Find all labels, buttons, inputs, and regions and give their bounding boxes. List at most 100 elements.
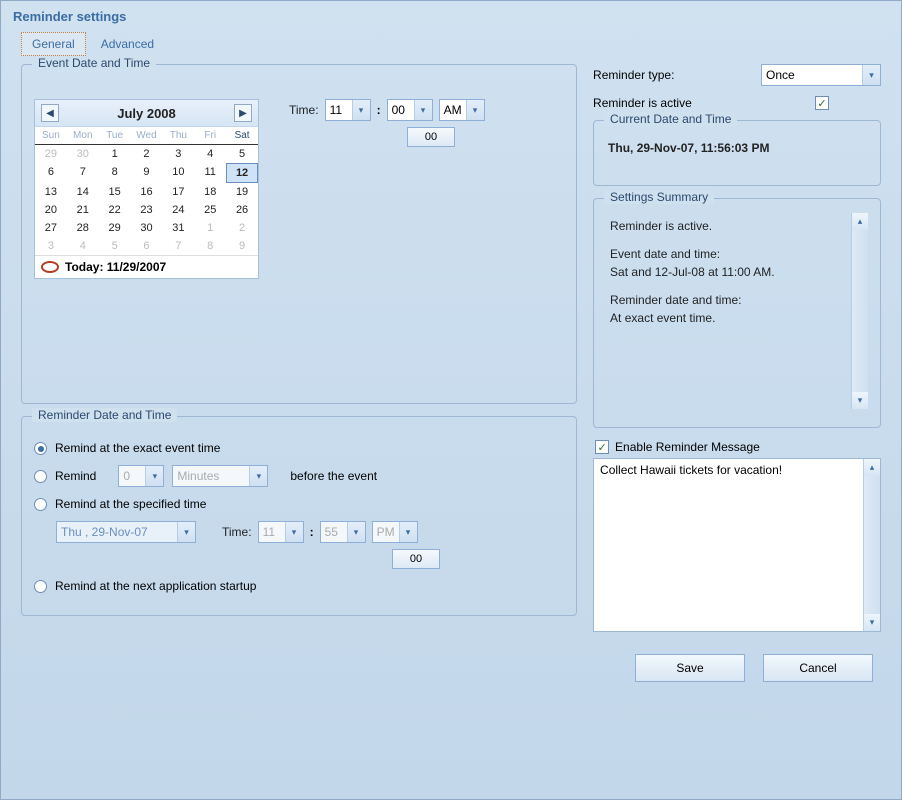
cal-day[interactable]: 7 <box>67 163 99 183</box>
cal-day[interactable]: 24 <box>162 201 194 219</box>
cal-day[interactable]: 2 <box>131 145 163 163</box>
enable-message-label: Enable Reminder Message <box>615 440 760 454</box>
radio-specified-time-label: Remind at the specified time <box>55 497 206 511</box>
chevron-down-icon <box>352 100 370 120</box>
cal-day[interactable]: 8 <box>194 237 226 255</box>
reminder-type-dropdown[interactable]: Once <box>761 64 881 86</box>
chevron-down-icon <box>145 466 163 486</box>
content-area: Event Date and Time ◀ July 2008 ▶ Sun Mo… <box>1 56 901 640</box>
cal-day[interactable]: 26 <box>226 201 258 219</box>
cal-day[interactable]: 16 <box>131 183 163 201</box>
time-colon: : <box>377 103 381 117</box>
radio-next-startup[interactable] <box>34 580 47 593</box>
radio-exact-time[interactable] <box>34 442 47 455</box>
cal-day[interactable]: 17 <box>162 183 194 201</box>
cal-day[interactable]: 29 <box>35 145 67 163</box>
radio-specified-time[interactable] <box>34 498 47 511</box>
cal-day[interactable]: 13 <box>35 183 67 201</box>
event-legend: Event Date and Time <box>32 56 156 70</box>
save-button[interactable]: Save <box>635 654 745 682</box>
event-minute-dropdown[interactable]: 00 <box>387 99 433 121</box>
cal-day[interactable]: 15 <box>99 183 131 201</box>
cal-day[interactable]: 6 <box>35 163 67 183</box>
cal-day[interactable]: 9 <box>226 237 258 255</box>
cal-day[interactable]: 27 <box>35 219 67 237</box>
event-seconds-button[interactable]: 00 <box>407 127 455 147</box>
chevron-down-icon <box>347 522 365 542</box>
event-ampm-dropdown[interactable]: AM <box>439 99 485 121</box>
radio-before-event[interactable] <box>34 470 47 483</box>
cal-day[interactable]: 6 <box>131 237 163 255</box>
chevron-down-icon <box>414 100 432 120</box>
before-suffix-label: before the event <box>290 469 377 483</box>
specified-minute-dropdown[interactable]: 55 <box>320 521 366 543</box>
cal-day[interactable]: 11 <box>194 163 226 183</box>
cal-day[interactable]: 10 <box>162 163 194 183</box>
scroll-up-icon[interactable]: ▴ <box>864 459 880 476</box>
cal-day[interactable]: 2 <box>226 219 258 237</box>
specified-seconds-button[interactable]: 00 <box>392 549 440 569</box>
reminder-active-label: Reminder is active <box>593 96 692 110</box>
cal-day[interactable]: 9 <box>131 163 163 183</box>
cal-day[interactable]: 5 <box>226 145 258 163</box>
cal-day[interactable]: 3 <box>162 145 194 163</box>
before-amount-dropdown[interactable]: 0 <box>118 465 164 487</box>
cal-day[interactable]: 21 <box>67 201 99 219</box>
cal-day[interactable]: 14 <box>67 183 99 201</box>
tab-advanced[interactable]: Advanced <box>90 32 165 56</box>
reminder-message-text: Collect Hawaii tickets for vacation! <box>600 463 782 477</box>
cal-day-selected[interactable]: 12 <box>226 163 258 183</box>
enable-message-checkbox[interactable] <box>595 440 609 454</box>
calendar[interactable]: ◀ July 2008 ▶ Sun Mon Tue Wed Thu Fri Sa… <box>34 99 259 279</box>
summary-legend: Settings Summary <box>604 190 714 204</box>
chevron-down-icon <box>285 522 303 542</box>
scroll-down-icon[interactable]: ▾ <box>864 614 880 631</box>
specified-date-dropdown[interactable]: Thu , 29-Nov-07 <box>56 521 196 543</box>
cal-day[interactable]: 5 <box>99 237 131 255</box>
cal-day[interactable]: 29 <box>99 219 131 237</box>
time-label: Time: <box>289 103 319 117</box>
cal-day[interactable]: 31 <box>162 219 194 237</box>
scroll-down-icon[interactable]: ▾ <box>852 392 868 409</box>
cal-head-tue: Tue <box>99 127 131 145</box>
specified-hour-dropdown[interactable]: 11 <box>258 521 304 543</box>
tab-general[interactable]: General <box>21 32 86 56</box>
cal-day[interactable]: 7 <box>162 237 194 255</box>
reminder-active-checkbox[interactable] <box>815 96 829 110</box>
calendar-prev-button[interactable]: ◀ <box>41 104 59 122</box>
calendar-today-link[interactable]: Today: 11/29/2007 <box>35 255 258 278</box>
reminder-message-textarea[interactable]: Collect Hawaii tickets for vacation! ▴ ▾ <box>593 458 881 632</box>
cancel-button[interactable]: Cancel <box>763 654 873 682</box>
radio-next-startup-label: Remind at the next application startup <box>55 579 256 593</box>
cal-day[interactable]: 1 <box>99 145 131 163</box>
cal-day[interactable]: 1 <box>194 219 226 237</box>
calendar-next-button[interactable]: ▶ <box>234 104 252 122</box>
today-icon <box>41 261 59 273</box>
cal-day[interactable]: 22 <box>99 201 131 219</box>
summary-scrollbar[interactable]: ▴ ▾ <box>851 213 868 409</box>
reminder-type-label: Reminder type: <box>593 68 674 82</box>
cal-day[interactable]: 23 <box>131 201 163 219</box>
cal-day[interactable]: 3 <box>35 237 67 255</box>
cal-day[interactable]: 30 <box>67 145 99 163</box>
cal-day[interactable]: 25 <box>194 201 226 219</box>
event-hour-dropdown[interactable]: 11 <box>325 99 371 121</box>
before-unit-dropdown[interactable]: Minutes <box>172 465 268 487</box>
scroll-up-icon[interactable]: ▴ <box>852 213 868 230</box>
window-title: Reminder settings <box>1 1 901 32</box>
cal-day[interactable]: 28 <box>67 219 99 237</box>
radio-exact-time-label: Remind at the exact event time <box>55 441 220 455</box>
message-scrollbar[interactable]: ▴ ▾ <box>863 459 880 631</box>
cal-day[interactable]: 4 <box>67 237 99 255</box>
specified-ampm-dropdown[interactable]: PM <box>372 521 418 543</box>
cal-day[interactable]: 30 <box>131 219 163 237</box>
cal-head-fri: Fri <box>194 127 226 145</box>
event-date-time-group: Event Date and Time ◀ July 2008 ▶ Sun Mo… <box>21 64 577 404</box>
cal-day[interactable]: 8 <box>99 163 131 183</box>
cal-day[interactable]: 18 <box>194 183 226 201</box>
cal-day[interactable]: 19 <box>226 183 258 201</box>
cal-day[interactable]: 4 <box>194 145 226 163</box>
summary-text: Reminder is active. Event date and time:… <box>610 217 864 327</box>
cal-day[interactable]: 20 <box>35 201 67 219</box>
cal-head-sat: Sat <box>226 127 258 145</box>
